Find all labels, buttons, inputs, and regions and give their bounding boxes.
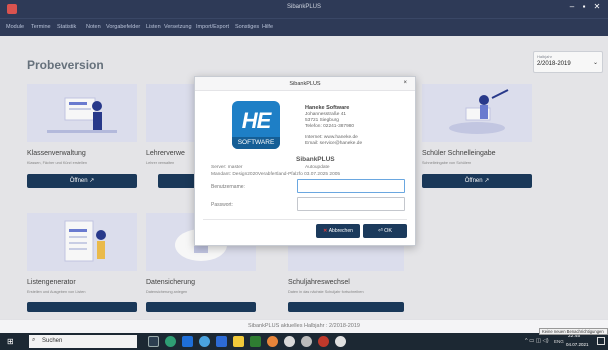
dialog-divider bbox=[203, 219, 407, 220]
cancel-label: Abbrechen bbox=[328, 228, 353, 234]
menu-bar: Module Termine Statistik Noten Vorgabefe… bbox=[0, 18, 608, 36]
menu-import-export[interactable]: Import/Export bbox=[196, 24, 229, 30]
menu-noten[interactable]: Noten bbox=[86, 24, 101, 30]
menu-statistik[interactable]: Statistik bbox=[57, 24, 76, 30]
server-info: Server: master bbox=[211, 165, 243, 170]
maximize-button[interactable]: ▪ bbox=[579, 2, 589, 11]
minimize-button[interactable]: – bbox=[567, 2, 577, 11]
search-icon: ⌕ bbox=[32, 337, 36, 343]
ok-button[interactable]: ⏎ OK bbox=[363, 224, 407, 238]
app-icon[interactable] bbox=[301, 336, 312, 347]
edge-browser-icon[interactable] bbox=[165, 336, 176, 347]
autoupdate-label: Autoupdate bbox=[305, 165, 330, 170]
menu-listen[interactable]: Listen bbox=[146, 24, 161, 30]
dialog-titlebar: SibankPLUS × bbox=[195, 77, 415, 91]
browser-icon[interactable] bbox=[199, 336, 210, 347]
company-email: Email: service@haneke.de bbox=[305, 141, 363, 146]
file-explorer-icon[interactable] bbox=[182, 336, 193, 347]
store-icon[interactable] bbox=[216, 336, 227, 347]
company-street: Johannesstraße 41 bbox=[305, 112, 347, 117]
username-label: Benutzername: bbox=[211, 184, 245, 190]
password-input[interactable] bbox=[297, 197, 405, 211]
menu-hilfe[interactable]: Hilfe bbox=[262, 24, 273, 30]
windows-taskbar: ⊞ ⌕ Suchen ^ ▭ ◫ ◁) ENG 22:45 04.07.2021 bbox=[0, 333, 608, 350]
username-input[interactable] bbox=[297, 179, 405, 193]
task-view-icon[interactable] bbox=[148, 336, 159, 347]
logo-subtext: SOFTWARE bbox=[232, 137, 280, 149]
sibank-taskbar-icon[interactable] bbox=[318, 336, 329, 347]
company-phone: Telefon: 02241-387980 bbox=[305, 124, 355, 129]
company-name: Haneke Software bbox=[305, 105, 350, 111]
company-city: 53721 Siegburg bbox=[305, 118, 339, 123]
firefox-icon[interactable] bbox=[267, 336, 278, 347]
cancel-button[interactable]: ✕ Abbrechen bbox=[316, 224, 360, 238]
window-title: SibankPLUS bbox=[286, 4, 322, 10]
notification-tooltip: Keine neuen Benachrichtigungen bbox=[539, 328, 608, 335]
menu-vorgabefelder[interactable]: Vorgabefelder bbox=[106, 24, 140, 30]
dialog-app-name: SibankPLUS bbox=[296, 156, 335, 163]
windows-start-icon[interactable]: ⊞ bbox=[7, 337, 14, 346]
excel-icon[interactable] bbox=[250, 336, 261, 347]
close-button[interactable]: ✕ bbox=[592, 2, 602, 11]
folder-icon[interactable] bbox=[233, 336, 244, 347]
dialog-close-button[interactable]: × bbox=[403, 80, 407, 86]
clock-date[interactable]: 04.07.2021 bbox=[566, 342, 589, 347]
menu-termine[interactable]: Termine bbox=[31, 24, 51, 30]
settings-app-icon[interactable] bbox=[335, 336, 346, 347]
password-label: Passwort: bbox=[211, 202, 233, 208]
he-software-logo: HE SOFTWARE bbox=[232, 101, 280, 149]
search-placeholder: Suchen bbox=[42, 338, 63, 344]
logo-text: HE bbox=[241, 108, 272, 133]
language-indicator[interactable]: ENG bbox=[554, 339, 564, 344]
menu-sonstiges[interactable]: Sonstiges bbox=[235, 24, 259, 30]
tray-icons[interactable]: ^ ▭ ◫ ◁) bbox=[525, 338, 549, 344]
dialog-title: SibankPLUS bbox=[289, 81, 321, 87]
ok-label: OK bbox=[384, 228, 393, 234]
menu-versetzung[interactable]: Versetzung bbox=[164, 24, 192, 30]
company-internet: Internet: www.haneke.de bbox=[305, 135, 358, 140]
login-dialog: SibankPLUS × HE SOFTWARE Haneke Software… bbox=[194, 76, 416, 246]
status-bar: SibankPLUS aktuelles Halbjahr : 2/2018-2… bbox=[0, 319, 608, 333]
menu-module[interactable]: Module bbox=[6, 24, 24, 30]
chrome-icon[interactable] bbox=[284, 336, 295, 347]
status-text: SibankPLUS aktuelles Halbjahr : 2/2018-2… bbox=[248, 323, 360, 329]
taskbar-search[interactable]: ⌕ Suchen bbox=[29, 335, 137, 348]
window-titlebar: SibankPLUS – ▪ ✕ bbox=[0, 0, 608, 18]
notification-icon[interactable] bbox=[597, 337, 605, 345]
mandant-info: Mandant: Design2020Verabfertland-Pfalzfo… bbox=[211, 172, 341, 177]
